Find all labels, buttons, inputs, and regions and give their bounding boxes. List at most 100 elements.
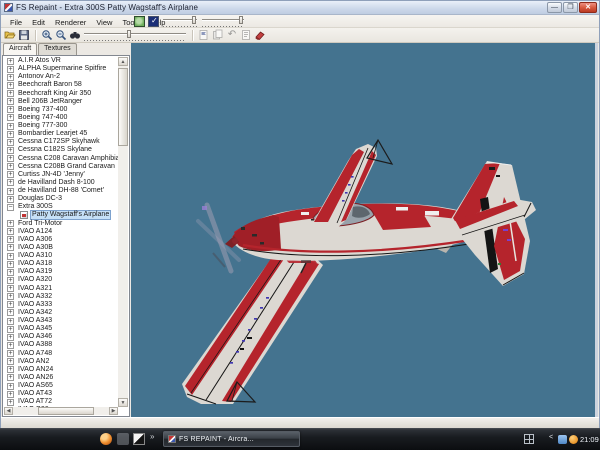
expand-toggle-icon[interactable]: + [7,374,14,382]
model-viewport[interactable] [131,43,598,417]
tree-item[interactable]: + IVAO A346 [4,333,118,341]
expand-toggle-icon[interactable]: + [7,138,14,146]
expand-toggle-icon[interactable]: + [7,195,14,203]
expand-toggle-icon[interactable]: + [7,317,14,325]
tree-item[interactable]: + Cessna C208B Grand Caravan [4,163,118,171]
collapse-toggle-icon[interactable]: − [7,203,14,211]
tree-item[interactable]: + Boeing 777-300 [4,122,118,130]
expand-toggle-icon[interactable]: + [7,155,14,163]
expand-toggle-icon[interactable]: + [7,90,14,98]
red-eraser-icon[interactable] [254,29,266,41]
tree-item[interactable]: + Boeing 737-400 [4,106,118,114]
expand-toggle-icon[interactable]: + [7,57,14,65]
tree-item[interactable]: + IVAO A310 [4,252,118,260]
expand-toggle-icon[interactable]: + [7,333,14,341]
tree-vertical-scrollbar[interactable]: ▲ ▼ [118,57,128,407]
slider-thumb[interactable] [238,16,243,24]
expand-toggle-icon[interactable]: + [7,98,14,106]
scrollbar-thumb[interactable] [118,68,128,146]
expand-toggle-icon[interactable]: + [7,122,14,130]
menu-file[interactable]: File [5,18,27,27]
tree-item[interactable]: + IVAO A318 [4,260,118,268]
expand-toggle-icon[interactable]: + [7,285,14,293]
expand-toggle-icon[interactable]: + [7,81,14,89]
scroll-down-arrow[interactable]: ▼ [118,398,128,407]
tree-item[interactable]: + IVAO A388 [4,341,118,349]
tray-icon-blue[interactable] [558,435,567,444]
expand-toggle-icon[interactable]: + [7,341,14,349]
expand-toggle-icon[interactable]: + [7,130,14,138]
tree-item[interactable]: + IVAO A748 [4,350,118,358]
tree-item[interactable]: + Cessna C182S Skylane [4,146,118,154]
tree-item[interactable]: + Douglas DC-3 [4,195,118,203]
scroll-up-arrow[interactable]: ▲ [118,57,128,66]
expand-toggle-icon[interactable]: + [7,350,14,358]
quicklaunch-icon-3[interactable] [133,433,145,445]
expand-toggle-icon[interactable]: + [7,146,14,154]
tray-expand-arrow[interactable]: < [549,434,553,441]
tab-textures[interactable]: Textures [38,43,77,55]
open-folder-icon[interactable] [4,29,16,41]
expand-toggle-icon[interactable]: + [7,244,14,252]
menu-edit[interactable]: Edit [27,18,50,27]
zoom-out-icon[interactable] [55,29,67,41]
tree-item[interactable]: + A.I.R Atos VR [4,57,118,65]
tree-item[interactable]: + IVAO A332 [4,293,118,301]
scroll-right-arrow[interactable]: ▶ [109,407,118,415]
paste-page-icon[interactable] [240,29,252,41]
save-icon[interactable] [18,29,30,41]
scrollbar-thumb[interactable] [38,407,94,415]
maximize-button[interactable]: ❐ [563,2,578,13]
tree-item[interactable]: + de Havilland Dash 8-100 [4,179,118,187]
new-flag-icon[interactable] [198,29,210,41]
tab-aircraft[interactable]: Aircraft [3,43,38,55]
tree-item[interactable]: + IVAO A333 [4,301,118,309]
tree-item[interactable]: + ALPHA Supermarine Spitfire [4,65,118,73]
scroll-left-arrow[interactable]: ◀ [4,407,13,415]
tree-item[interactable]: + Beechcraft King Air 350 [4,90,118,98]
expand-toggle-icon[interactable]: + [7,293,14,301]
tree-item[interactable]: + IVAO A320 [4,276,118,284]
toolbar-slider-2[interactable] [201,16,245,27]
expand-toggle-icon[interactable]: + [7,179,14,187]
close-button[interactable]: ✕ [579,2,597,13]
tree-item[interactable]: + IVAO A342 [4,309,118,317]
tree-item[interactable]: + IVAO A321 [4,285,118,293]
tree-item[interactable]: + IVAO A345 [4,325,118,333]
expand-toggle-icon[interactable]: + [7,252,14,260]
expand-toggle-icon[interactable]: + [7,398,14,406]
tree-item[interactable]: + Beechcraft Baron 58 [4,81,118,89]
expand-toggle-icon[interactable]: + [7,309,14,317]
quicklaunch-overflow-chevron[interactable]: » [150,432,154,441]
tree-item[interactable]: + Bell 206B JetRanger [4,98,118,106]
expand-toggle-icon[interactable]: + [7,187,14,195]
expand-toggle-icon[interactable]: + [7,366,14,374]
tree-item[interactable]: + IVAO AN2 [4,358,118,366]
expand-toggle-icon[interactable]: + [7,73,14,81]
green-swatch-icon[interactable] [134,16,145,27]
quicklaunch-icon-2[interactable] [117,433,129,445]
tree-item[interactable]: + IVAO AN24 [4,366,118,374]
tree-item[interactable]: + Ford Tri-Motor [4,220,118,228]
find-binoculars-icon[interactable] [69,29,81,41]
expand-toggle-icon[interactable]: + [7,358,14,366]
tree-item-child[interactable]: Patty Wagstaff's Airplane [4,210,118,221]
expand-toggle-icon[interactable]: + [7,163,14,171]
expand-toggle-icon[interactable]: + [7,220,14,228]
expand-toggle-icon[interactable]: + [7,325,14,333]
tree-item[interactable]: + Antonov An-2 [4,73,118,81]
expand-toggle-icon[interactable]: + [7,114,14,122]
expand-toggle-icon[interactable]: + [7,382,14,390]
menu-renderer[interactable]: Renderer [50,18,91,27]
tree-item[interactable]: + IVAO A306 [4,236,118,244]
tree-item[interactable]: + IVAO A30B [4,244,118,252]
slider-thumb[interactable] [192,16,197,24]
expand-toggle-icon[interactable]: + [7,276,14,284]
tree-item[interactable]: + Curtiss JN-4D 'Jenny' [4,171,118,179]
tree-item[interactable]: + IVAO A343 [4,317,118,325]
minimize-button[interactable]: — [547,2,562,13]
tree-item[interactable]: + IVAO A124 [4,228,118,236]
expand-toggle-icon[interactable]: + [7,228,14,236]
copy-pages-icon[interactable] [212,29,224,41]
tree-item[interactable]: + IVAO AT72 [4,398,118,406]
